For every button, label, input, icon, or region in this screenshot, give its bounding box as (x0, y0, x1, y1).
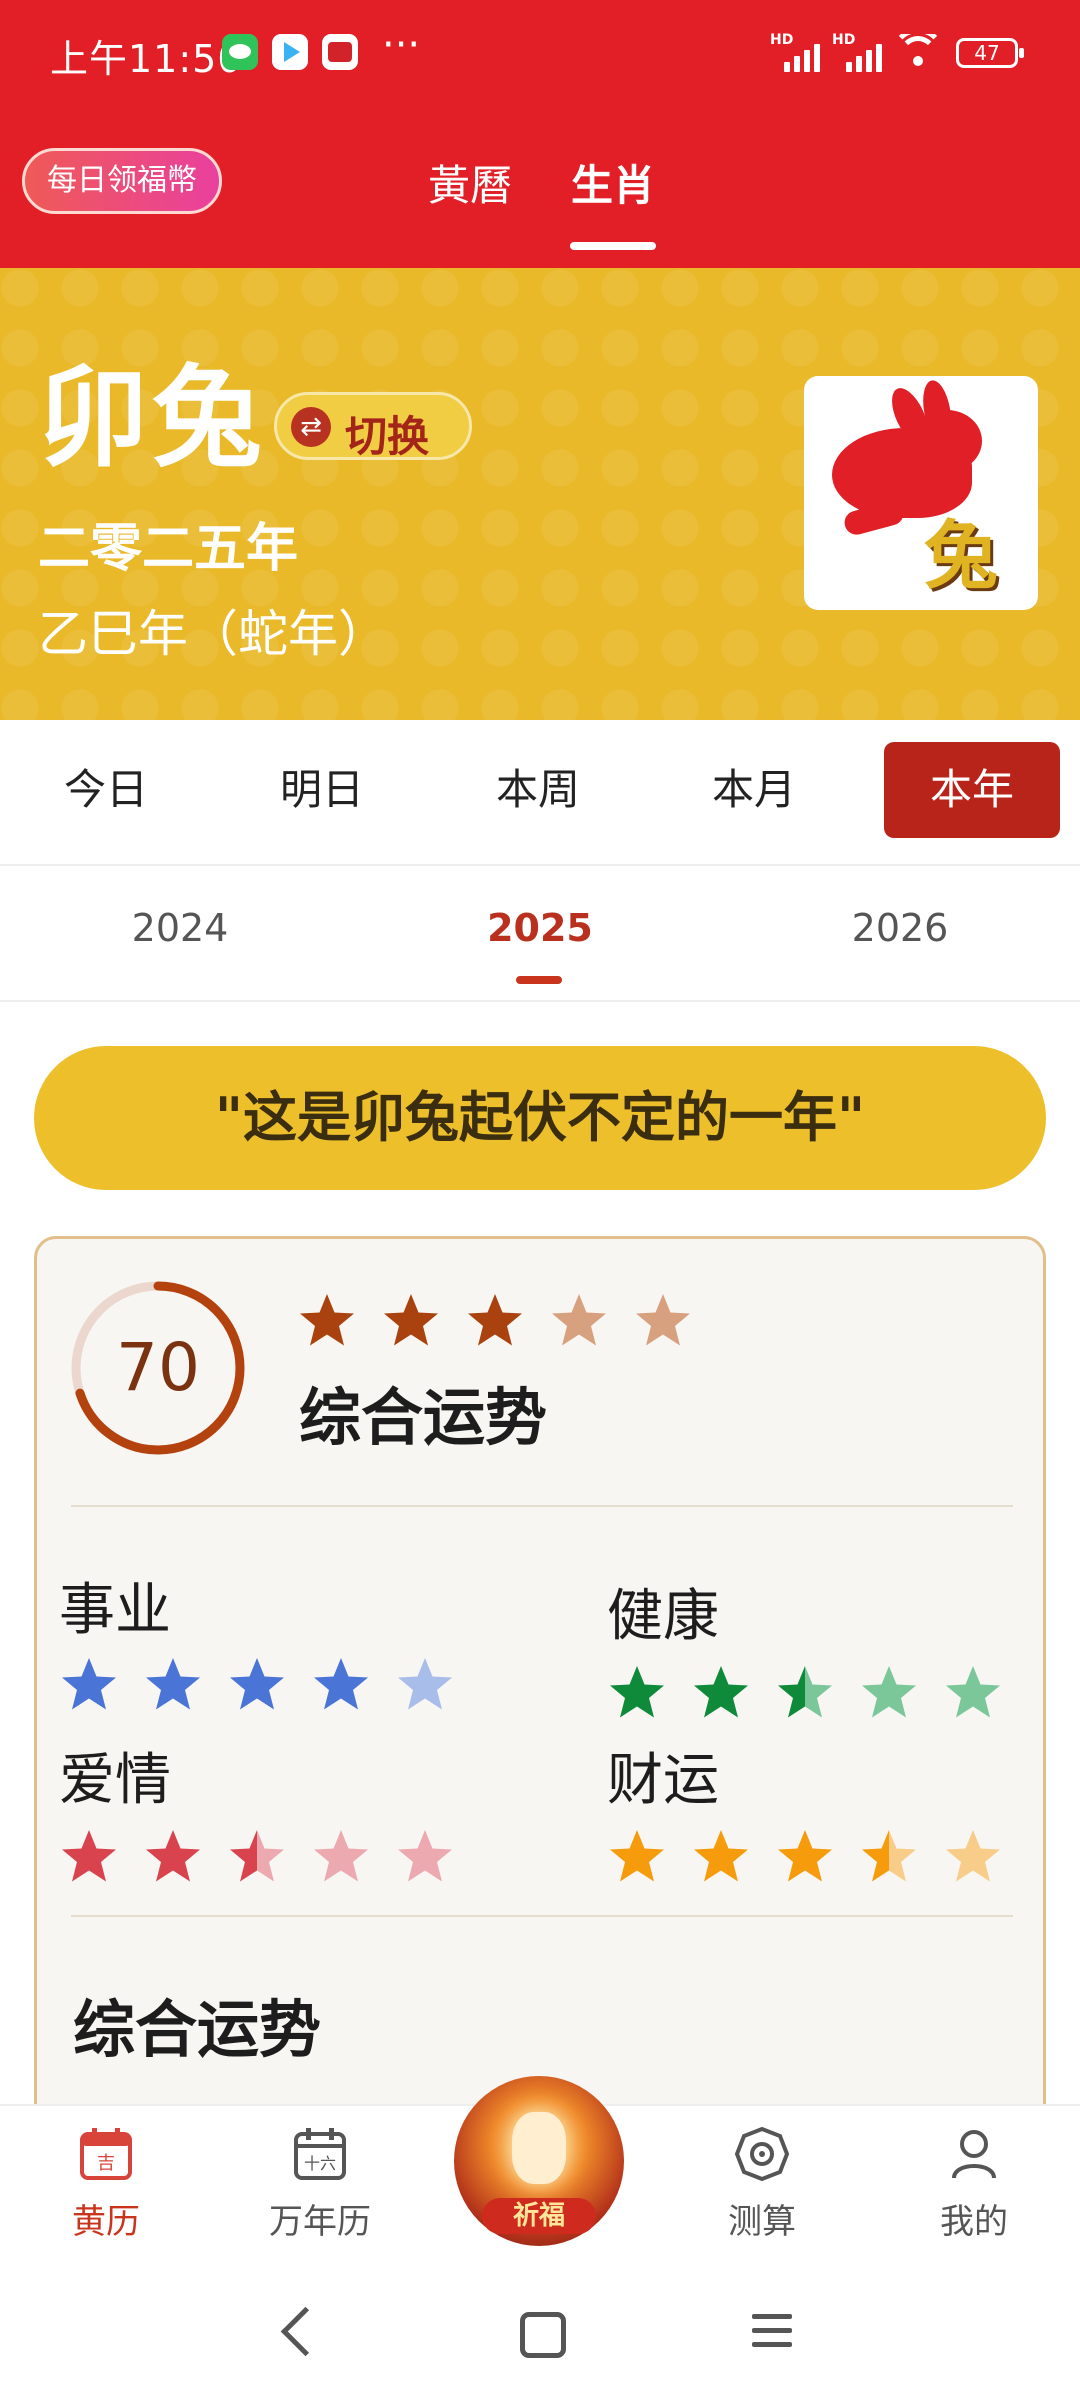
love-star-rating (59, 1827, 479, 1887)
period-tabs: 今日 明日 本周 本月 本年 (0, 720, 1080, 866)
cell-signal-icon: HD (832, 32, 888, 72)
star-icon (395, 1827, 455, 1887)
star-icon (143, 1655, 203, 1715)
star-icon (143, 1827, 203, 1887)
year-tab-indicator (516, 976, 562, 984)
app-notification-icon (322, 34, 358, 70)
wealth-star-rating (607, 1827, 1027, 1887)
divider (71, 1915, 1013, 1917)
tab-this-week[interactable]: 本周 (450, 742, 626, 838)
wechat-notification-icon (222, 34, 258, 70)
back-icon[interactable] (280, 2306, 331, 2357)
cell-signal-icon: HD (770, 32, 826, 72)
rabbit-head (912, 410, 982, 472)
tab-shengxiao[interactable]: 生肖 (571, 152, 655, 213)
tab-year-2024[interactable]: 2024 (80, 906, 280, 950)
star-icon (465, 1291, 525, 1351)
more-notifications-icon: ··· (382, 22, 421, 68)
love-label: 爱情 (59, 1748, 171, 1813)
star-icon (943, 1827, 1003, 1887)
star-icon (691, 1827, 751, 1887)
star-icon (227, 1827, 287, 1887)
swap-arrows-icon: ⇄ (291, 407, 331, 447)
svg-text:十六: 十六 (304, 2154, 336, 2173)
tab-this-year[interactable]: 本年 (884, 742, 1060, 838)
star-icon (227, 1655, 287, 1715)
fortune-card: 70 综合运势 事业 健康 爱情 财运 综合运势 (34, 1236, 1046, 2136)
rabbit-zodiac-image: 兔 (804, 376, 1038, 610)
zodiac-banner: 卯兔 ⇄ 切换 二零二五年 乙巳年（蛇年） 兔 (0, 268, 1080, 720)
tab-today[interactable]: 今日 (18, 742, 194, 838)
divider (71, 1505, 1013, 1507)
nav-label: 黄历 (72, 2202, 140, 2242)
zodiac-name: 卯兔 (38, 354, 266, 482)
star-icon (311, 1655, 371, 1715)
nav-perpetual-calendar[interactable]: 十六 万年历 (240, 2126, 400, 2243)
calendar-sixteen-icon: 十六 (292, 2126, 348, 2182)
app-header: 每日领福幣 黃曆 生肖 (0, 110, 1080, 268)
nav-label: 万年历 (269, 2202, 371, 2242)
nav-huangli[interactable]: 吉 黄历 (26, 2126, 186, 2243)
star-icon (691, 1663, 751, 1723)
wealth-label: 财运 (607, 1748, 719, 1813)
switch-label: 切换 (345, 412, 430, 461)
calendar-ji-icon: 吉 (78, 2126, 134, 2182)
tab-year-2025[interactable]: 2025 (440, 906, 640, 950)
svg-text:吉: 吉 (97, 2153, 115, 2174)
overall-star-rating (297, 1291, 717, 1351)
nav-divination[interactable]: 测算 (682, 2126, 842, 2243)
star-icon (381, 1291, 441, 1351)
star-icon (775, 1663, 835, 1723)
star-icon (549, 1291, 609, 1351)
pray-label: 祈福 (482, 2198, 596, 2234)
career-label: 事业 (59, 1578, 171, 1643)
star-icon (59, 1827, 119, 1887)
status-bar: 上午11:50 ··· HD HD 47 (0, 0, 1080, 110)
play-store-notification-icon (272, 34, 308, 70)
year-ganzhi: 乙巳年（蛇年） (38, 605, 388, 663)
lantern-icon (512, 2112, 566, 2184)
health-label: 健康 (607, 1584, 719, 1649)
menu-icon[interactable] (752, 2314, 792, 2348)
star-icon (859, 1663, 919, 1723)
star-icon (775, 1827, 835, 1887)
nav-mine[interactable]: 我的 (894, 2126, 1054, 2243)
health-star-rating (607, 1663, 1027, 1723)
rabbit-character: 兔 (924, 513, 998, 599)
bagua-icon (734, 2126, 790, 2182)
tab-year-2026[interactable]: 2026 (800, 906, 1000, 950)
wifi-icon (894, 34, 942, 74)
star-icon (633, 1291, 693, 1351)
person-icon (946, 2126, 1002, 2182)
year-tabs: 2024 2025 2026 (0, 866, 1080, 1002)
nav-label: 我的 (940, 2202, 1008, 2242)
star-icon (859, 1827, 919, 1887)
battery-icon: 47 (956, 38, 1024, 68)
career-star-rating (59, 1655, 479, 1715)
star-icon (311, 1827, 371, 1887)
overall-fortune-label: 综合运势 (299, 1381, 548, 1454)
star-icon (59, 1655, 119, 1715)
star-icon (943, 1663, 1003, 1723)
star-icon (395, 1655, 455, 1715)
star-icon (607, 1827, 667, 1887)
tab-huangli[interactable]: 黃曆 (428, 152, 512, 213)
switch-zodiac-button[interactable]: ⇄ 切换 (274, 392, 472, 461)
nav-label: 测算 (728, 2202, 796, 2242)
section-title: 综合运势 (73, 1993, 322, 2066)
pray-button[interactable]: 祈福 (454, 2076, 624, 2246)
daily-coin-button[interactable]: 每日领福幣 (22, 148, 222, 214)
score-value: 70 (116, 1329, 200, 1406)
star-icon (607, 1663, 667, 1723)
status-time: 上午11:50 (50, 37, 243, 81)
star-icon (297, 1291, 357, 1351)
home-icon[interactable] (520, 2312, 566, 2358)
year-motto: "这是卯兔起伏不定的一年" (34, 1046, 1046, 1190)
active-tab-indicator (570, 242, 656, 250)
year-chinese: 二零二五年 (38, 519, 299, 579)
tab-this-month[interactable]: 本月 (666, 742, 842, 838)
system-navigation (0, 2274, 1080, 2400)
tab-tomorrow[interactable]: 明日 (234, 742, 410, 838)
